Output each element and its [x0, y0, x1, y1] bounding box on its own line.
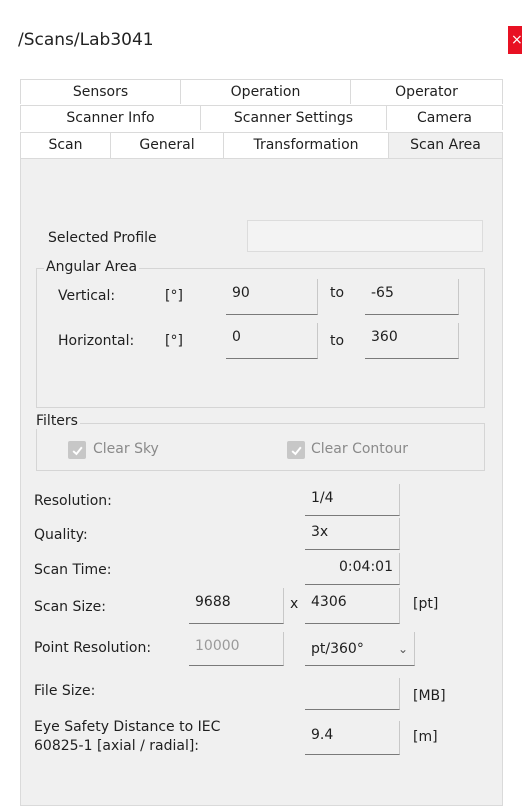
close-button[interactable]: ×: [508, 26, 522, 54]
close-icon: ×: [511, 32, 522, 48]
tab-sensors[interactable]: Sensors: [20, 79, 180, 104]
eye-safety-label-line2: 60825-1 [axial / radial]:: [34, 738, 200, 754]
clear-sky-checkbox[interactable]: [68, 441, 86, 459]
file-size-unit: [MB]: [413, 688, 446, 704]
eye-safety-unit: [m]: [413, 729, 438, 745]
tab-scan[interactable]: Scan: [20, 132, 110, 158]
clear-contour-label: Clear Contour: [311, 441, 408, 457]
tab-scanner-settings[interactable]: Scanner Settings: [200, 105, 386, 130]
point-resolution-field[interactable]: 10000: [189, 632, 284, 666]
scan-size-width-field[interactable]: 9688: [189, 588, 284, 624]
eye-safety-label-line1: Eye Safety Distance to IEC: [34, 719, 221, 735]
tab-general[interactable]: General: [110, 132, 223, 158]
file-size-label: File Size:: [34, 683, 96, 699]
scan-area-panel: [20, 158, 503, 806]
scan-size-height-field[interactable]: 4306: [305, 588, 400, 624]
horizontal-to-label: to: [330, 333, 345, 349]
tab-operation[interactable]: Operation: [180, 79, 350, 104]
resolution-field[interactable]: 1/4: [305, 484, 400, 516]
horizontal-label: Horizontal:: [58, 333, 135, 349]
vertical-from-input[interactable]: 90: [226, 279, 318, 315]
selected-profile-label: Selected Profile: [48, 230, 157, 246]
vertical-to-input[interactable]: -65: [365, 279, 459, 315]
scan-size-x-label: x: [290, 596, 299, 612]
tab-row-2: Scanner Info Scanner Settings Camera: [20, 105, 503, 130]
tab-operator[interactable]: Operator: [350, 79, 503, 104]
clear-contour-checkbox[interactable]: [287, 441, 305, 459]
scan-size-unit: [pt]: [413, 596, 439, 612]
scan-size-label: Scan Size:: [34, 599, 106, 615]
file-size-field[interactable]: [305, 678, 400, 710]
tab-row-1: Sensors Operation Operator: [20, 79, 503, 104]
selected-profile-field[interactable]: [247, 220, 483, 252]
filters-title: Filters: [34, 413, 80, 429]
quality-label: Quality:: [34, 527, 88, 543]
resolution-label: Resolution:: [34, 493, 112, 509]
vertical-to-label: to: [330, 285, 345, 301]
quality-field[interactable]: 3x: [305, 518, 400, 550]
vertical-unit: [°]: [165, 288, 183, 304]
angular-area-title: Angular Area: [44, 259, 140, 275]
tab-row-3: Scan General Transformation Scan Area: [20, 132, 503, 159]
tab-scan-area[interactable]: Scan Area: [388, 132, 503, 159]
point-resolution-unit-value: pt/360°: [311, 640, 364, 657]
checkmark-icon: [72, 446, 83, 455]
checkmark-icon: [291, 446, 302, 455]
vertical-label: Vertical:: [58, 288, 116, 304]
horizontal-unit: [°]: [165, 333, 183, 349]
point-resolution-label: Point Resolution:: [34, 640, 152, 656]
tab-transformation[interactable]: Transformation: [223, 132, 388, 158]
tab-camera[interactable]: Camera: [386, 105, 503, 130]
tab-scanner-info[interactable]: Scanner Info: [20, 105, 200, 130]
window-title: /Scans/Lab3041: [18, 30, 154, 50]
point-resolution-unit-select[interactable]: pt/360° ⌄: [305, 632, 415, 666]
chevron-down-icon: ⌄: [397, 641, 408, 656]
eye-safety-field[interactable]: 9.4: [305, 721, 400, 755]
clear-sky-label: Clear Sky: [93, 441, 159, 457]
scan-time-label: Scan Time:: [34, 562, 112, 578]
scan-time-field[interactable]: 0:04:01: [305, 553, 400, 585]
horizontal-from-input[interactable]: 0: [226, 323, 318, 359]
horizontal-to-input[interactable]: 360: [365, 323, 459, 359]
